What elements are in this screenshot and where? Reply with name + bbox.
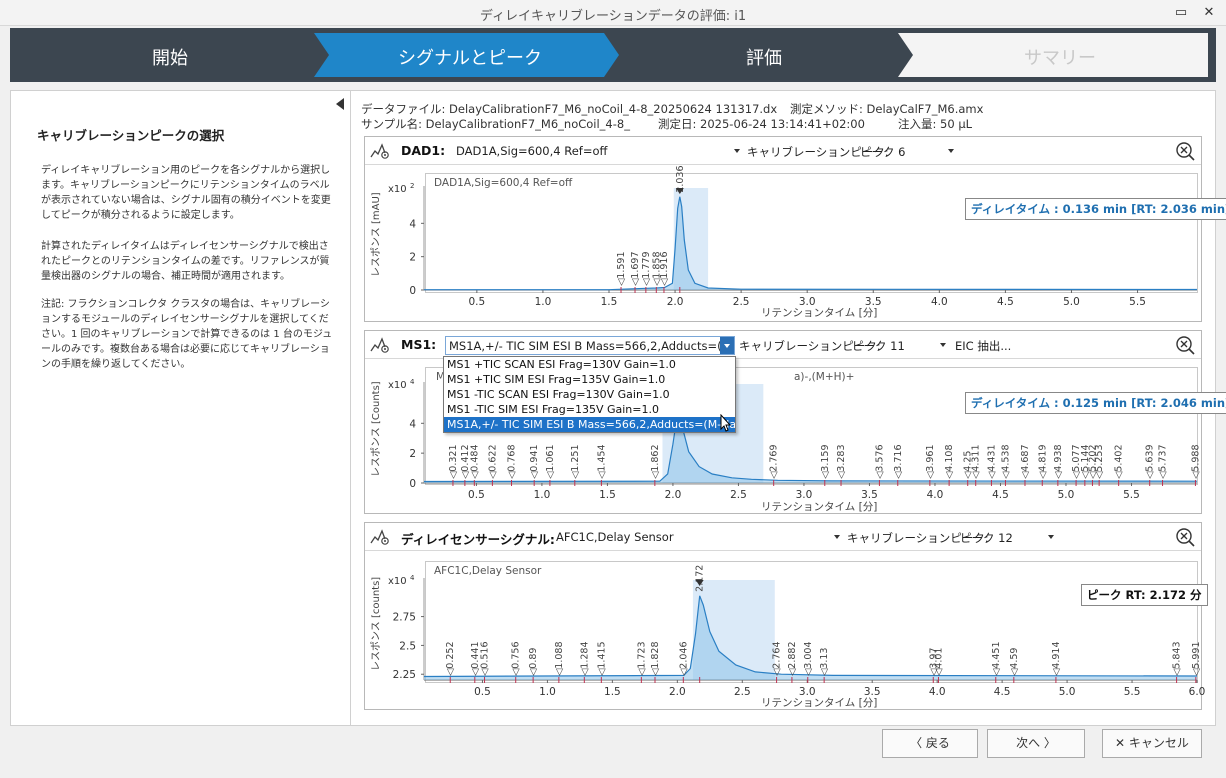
ms-signal-value: MS1A,+/- TIC SIM ESI B Mass=566,2,Adduct… [449, 339, 735, 353]
chevron-down-icon [940, 343, 946, 347]
ms-y-axis-label: レスポンス [Counts] [371, 381, 382, 477]
wizard-step-start[interactable]: 開始 [100, 44, 240, 70]
instructions-title: キャリブレーションピークの選択 [37, 128, 225, 143]
dad-peak-value: ピーク 6 [860, 145, 906, 159]
delay-y-axis-label: レスポンス [counts] [371, 576, 382, 671]
chevron-left-icon: 〈 [910, 736, 926, 750]
zoom-reset-icon[interactable] [1175, 527, 1195, 547]
title-bar: ディレイキャリブレーションデータの評価: i1 ▭ ✕ [0, 0, 1226, 26]
collapse-panel-icon[interactable] [336, 98, 344, 110]
wizard-steps: 開始 シグナルとピーク 評価 サマリー [10, 28, 1216, 82]
dad-plot-title: DAD1A,Sig=600,4 Ref=off [434, 177, 573, 189]
ms-peak-value: ピーク 11 [852, 339, 905, 353]
next-label: 次へ [1016, 736, 1041, 750]
chevron-down-icon [1048, 535, 1054, 539]
instructions-paragraph-2: 計算されたディレイタイムはディレイセンサーシグナルで検出されたピークとのリテンシ… [41, 241, 330, 282]
dad-signal-dropdown[interactable]: DAD1A,Sig=600,4 Ref=off [453, 142, 743, 161]
eic-extract-link[interactable]: EIC 抽出... [955, 338, 1011, 354]
chevron-down-icon [948, 149, 954, 153]
signal-settings-icon[interactable] [369, 335, 391, 355]
sample-info: サンプル名: DelayCalibrationF7_M6_noCoil_4-8_ [361, 117, 630, 131]
wizard-step-summary: サマリー [1024, 48, 1096, 69]
chevron-right-icon: 〉 [1040, 736, 1056, 750]
signal-dropdown-list: MS1 +TIC SCAN ESI Frag=130V Gain=1.0 MS1… [443, 356, 736, 433]
close-button[interactable]: ✕ [1200, 4, 1218, 22]
signal-settings-icon[interactable] [369, 527, 391, 547]
cancel-button[interactable]: ✕ キャンセル [1102, 729, 1202, 758]
signal-settings-icon[interactable] [369, 141, 391, 161]
back-button[interactable]: 〈 戻る [882, 729, 978, 758]
ms-label: MS1: [401, 337, 437, 352]
dad-card-header: DAD1: DAD1A,Sig=600,4 Ref=off キャリブレーションピ… [365, 137, 1201, 165]
delay-peak-value: ピーク 12 [960, 531, 1013, 545]
date-info: 測定日: 2025-06-24 13:14:41+02:00 [658, 117, 865, 131]
dropdown-option[interactable]: MS1 -TIC SCAN ESI Frag=130V Gain=1.0 [444, 387, 735, 402]
delay-plot-title: AFC1C,Delay Sensor [434, 565, 542, 577]
delay-card-header: ディレイセンサーシグナル: AFC1C,Delay Sensor キャリブレーシ… [365, 523, 1201, 551]
dropdown-option[interactable]: MS1 +TIC SCAN ESI Frag=130V Gain=1.0 [444, 357, 735, 372]
wizard-step-evaluation[interactable]: 評価 [694, 44, 834, 70]
delay-signal-dropdown[interactable]: AFC1C,Delay Sensor [553, 528, 843, 547]
dad-peak-dropdown[interactable]: ピーク 6 [857, 142, 957, 161]
delay-sensor-card: ディレイセンサーシグナル: AFC1C,Delay Sensor キャリブレーシ… [364, 522, 1208, 710]
dad-x-axis-label: リテンションタイム [分] [761, 307, 878, 319]
cancel-label: キャンセル [1128, 736, 1189, 750]
dropdown-option[interactable]: MS1 -TIC SIM ESI Frag=135V Gain=1.0 [444, 402, 735, 417]
dad-delay-annotation: ディレイタイム : 0.136 min [RT: 2.036 min] [965, 198, 1226, 220]
chevron-down-icon [724, 344, 730, 348]
delay-peak-annotation: ピーク RT: 2.172 分 [1081, 584, 1208, 606]
instructions-paragraph-3: 注記: フラクションコレクタ クラスタの場合は、キャリブレーションするモジュール… [41, 299, 333, 370]
delay-signal-value: AFC1C,Delay Sensor [556, 530, 674, 544]
delay-sensor-label: ディレイセンサーシグナル: [401, 532, 555, 547]
back-label: 戻る [925, 736, 950, 750]
chevron-down-icon [734, 149, 740, 153]
maximize-button[interactable]: ▭ [1172, 4, 1190, 22]
window-title: ディレイキャリブレーションデータの評価: i1 [479, 9, 747, 24]
dad-signal-value: DAD1A,Sig=600,4 Ref=off [456, 144, 608, 158]
ms-x-axis-label: リテンションタイム [分] [761, 501, 878, 513]
ms-peak-dropdown[interactable]: ピーク 11 [849, 336, 949, 355]
ms-delay-annotation: ディレイタイム : 0.125 min [RT: 2.046 min] [965, 392, 1226, 414]
chevron-down-icon [834, 535, 840, 539]
ms-card-header: MS1: MS1A,+/- TIC SIM ESI B Mass=566,2,A… [365, 331, 1201, 359]
ms-signal-dropdown[interactable]: MS1A,+/- TIC SIM ESI B Mass=566,2,Adduct… [445, 336, 735, 355]
dad-signal-card: DAD1: DAD1A,Sig=600,4 Ref=off キャリブレーションピ… [364, 136, 1226, 322]
dropdown-option[interactable]: MS1 +TIC SIM ESI Frag=135V Gain=1.0 [444, 372, 735, 387]
instructions-paragraph-1: ディレイキャリブレーション用のピークを各シグナルから選択します。キャリブレーショ… [41, 165, 331, 221]
method-info: 測定メソッド: DelayCalF7_M6.amx [790, 102, 984, 116]
ms-plot-title-tail: a)-,(M+H)+ [794, 371, 855, 383]
zoom-reset-icon[interactable] [1175, 335, 1195, 355]
dad-plot-frame: DAD1A,Sig=600,4 Ref=off [425, 173, 1198, 293]
dad-y-axis-label: レスポンス [mAU] [371, 192, 382, 277]
next-button[interactable]: 次へ 〉 [987, 729, 1085, 758]
data-file-info: データファイル: DelayCalibrationF7_M6_noCoil_4-… [361, 102, 778, 116]
dropdown-toggle[interactable] [720, 337, 734, 354]
close-x-icon: ✕ [1115, 736, 1129, 750]
instructions-panel: キャリブレーションピークの選択 ディレイキャリブレーション用のピークを各シグナル… [10, 90, 350, 726]
mouse-cursor-icon [720, 414, 732, 432]
delay-peak-dropdown[interactable]: ピーク 12 [957, 528, 1057, 547]
volume-info: 注入量: 50 µL [898, 117, 973, 131]
delay-plot-frame: AFC1C,Delay Sensor [425, 561, 1198, 683]
dropdown-option-selected[interactable]: MS1A,+/- TIC SIM ESI B Mass=566,2,Adduct… [444, 417, 735, 432]
wizard-step-signals-peaks[interactable]: シグナルとピーク [370, 44, 570, 70]
zoom-reset-icon[interactable] [1175, 141, 1195, 161]
delay-x-axis-label: リテンションタイム [分] [761, 697, 878, 709]
dad-label: DAD1: [401, 143, 446, 158]
